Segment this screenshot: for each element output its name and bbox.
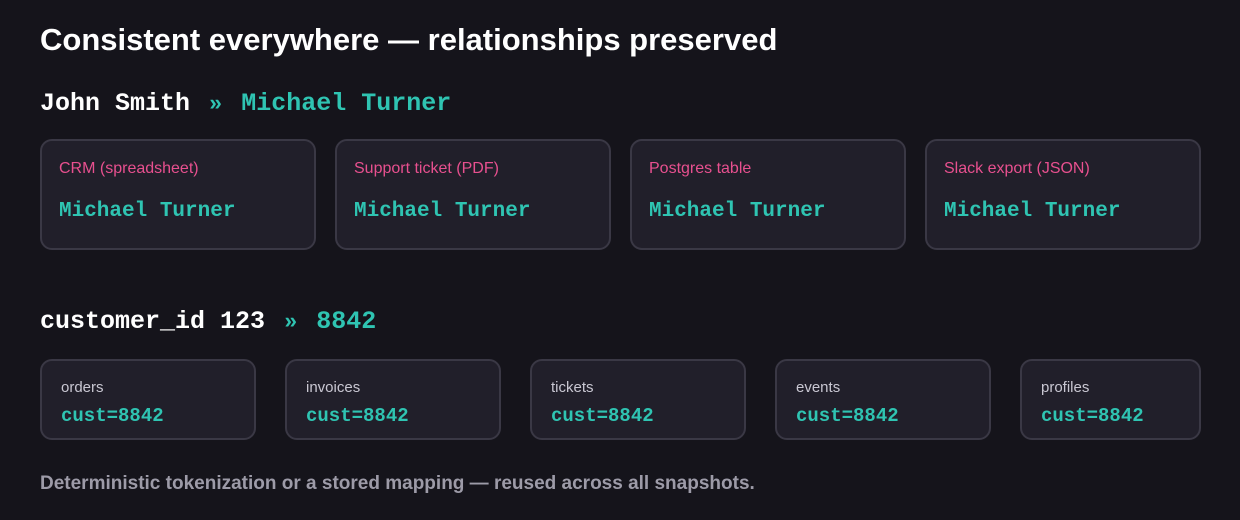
table-card-value: cust=8842 bbox=[61, 405, 164, 427]
name-source-cards: CRM (spreadsheet) Michael Turner Support… bbox=[40, 139, 1201, 250]
table-card-value: cust=8842 bbox=[306, 405, 409, 427]
table-card-tickets: tickets cust=8842 bbox=[530, 359, 746, 440]
source-card-support-ticket: Support ticket (PDF) Michael Turner bbox=[335, 139, 611, 250]
table-card-label: tickets bbox=[551, 379, 594, 396]
source-card-value: Michael Turner bbox=[649, 200, 826, 223]
id-mapping-heading: customer_id 123 » 8842 bbox=[40, 307, 376, 336]
source-card-postgres: Postgres table Michael Turner bbox=[630, 139, 906, 250]
source-card-label: Postgres table bbox=[649, 160, 752, 177]
replacement-id: 8842 bbox=[316, 307, 377, 336]
page-title: Consistent everywhere — relationships pr… bbox=[40, 22, 778, 57]
table-card-value: cust=8842 bbox=[1041, 405, 1144, 427]
table-card-label: invoices bbox=[306, 379, 361, 396]
table-card-label: events bbox=[796, 379, 841, 396]
source-card-label: Support ticket (PDF) bbox=[354, 160, 499, 177]
original-name: John Smith bbox=[40, 89, 191, 118]
table-card-invoices: invoices cust=8842 bbox=[285, 359, 501, 440]
name-mapping-heading: John Smith » Michael Turner bbox=[40, 89, 451, 118]
table-card-value: cust=8842 bbox=[551, 405, 654, 427]
source-card-label: CRM (spreadsheet) bbox=[59, 160, 199, 177]
table-card-value: cust=8842 bbox=[796, 405, 899, 427]
mapping-arrow: » bbox=[284, 310, 298, 335]
table-card-orders: orders cust=8842 bbox=[40, 359, 256, 440]
replacement-name: Michael Turner bbox=[241, 89, 452, 118]
source-card-slack-export: Slack export (JSON) Michael Turner bbox=[925, 139, 1201, 250]
mapping-arrow: » bbox=[209, 92, 223, 117]
table-card-label: profiles bbox=[1041, 379, 1090, 396]
original-id: customer_id 123 bbox=[40, 307, 266, 336]
table-card-events: events cust=8842 bbox=[775, 359, 991, 440]
source-card-value: Michael Turner bbox=[59, 200, 236, 223]
source-card-value: Michael Turner bbox=[354, 200, 531, 223]
source-card-value: Michael Turner bbox=[944, 200, 1121, 223]
id-table-cards: orders cust=8842 invoices cust=8842 tick… bbox=[40, 359, 1201, 440]
table-card-label: orders bbox=[61, 379, 104, 396]
table-card-profiles: profiles cust=8842 bbox=[1020, 359, 1201, 440]
footnote: Deterministic tokenization or a stored m… bbox=[40, 473, 755, 494]
source-card-label: Slack export (JSON) bbox=[944, 160, 1090, 177]
source-card-crm: CRM (spreadsheet) Michael Turner bbox=[40, 139, 316, 250]
